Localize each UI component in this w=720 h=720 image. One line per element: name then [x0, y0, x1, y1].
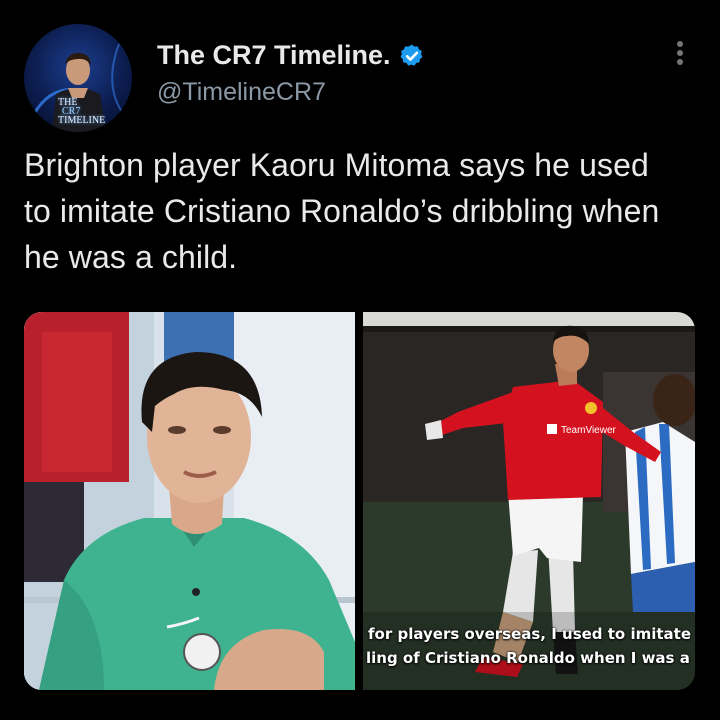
sponsor-text: TeamViewer	[561, 425, 617, 436]
tweet[interactable]: THE CR7 TIMELINE The CR7 Timeline. @Time…	[0, 0, 720, 720]
subtitle-line2: ling of Cristiano Ronaldo when I was a	[366, 649, 690, 667]
verified-badge-icon[interactable]	[399, 43, 425, 69]
subtitle-line1: for players overseas, I used to imitate	[368, 625, 692, 643]
more-options-icon[interactable]	[668, 38, 692, 68]
mitoma-photo	[24, 312, 355, 690]
avatar-logo-text: THE CR7 TIMELINE	[58, 98, 106, 126]
avatar-line3: TIMELINE	[58, 115, 106, 126]
user-handle[interactable]: @TimelineCR7	[157, 78, 326, 107]
tweet-text: Brighton player Kaoru Mitoma says he use…	[24, 147, 660, 275]
media-image-mitoma[interactable]	[24, 312, 355, 690]
avatar[interactable]: THE CR7 TIMELINE	[24, 24, 132, 132]
video-subtitle: for players overseas, I used to imitate …	[363, 622, 695, 670]
media-grid[interactable]: TeamViewer for players overseas, I used …	[24, 312, 695, 690]
display-name-row[interactable]: The CR7 Timeline.	[157, 40, 425, 71]
media-image-ronaldo[interactable]: TeamViewer for players overseas, I used …	[363, 312, 695, 690]
display-name[interactable]: The CR7 Timeline.	[157, 40, 391, 71]
